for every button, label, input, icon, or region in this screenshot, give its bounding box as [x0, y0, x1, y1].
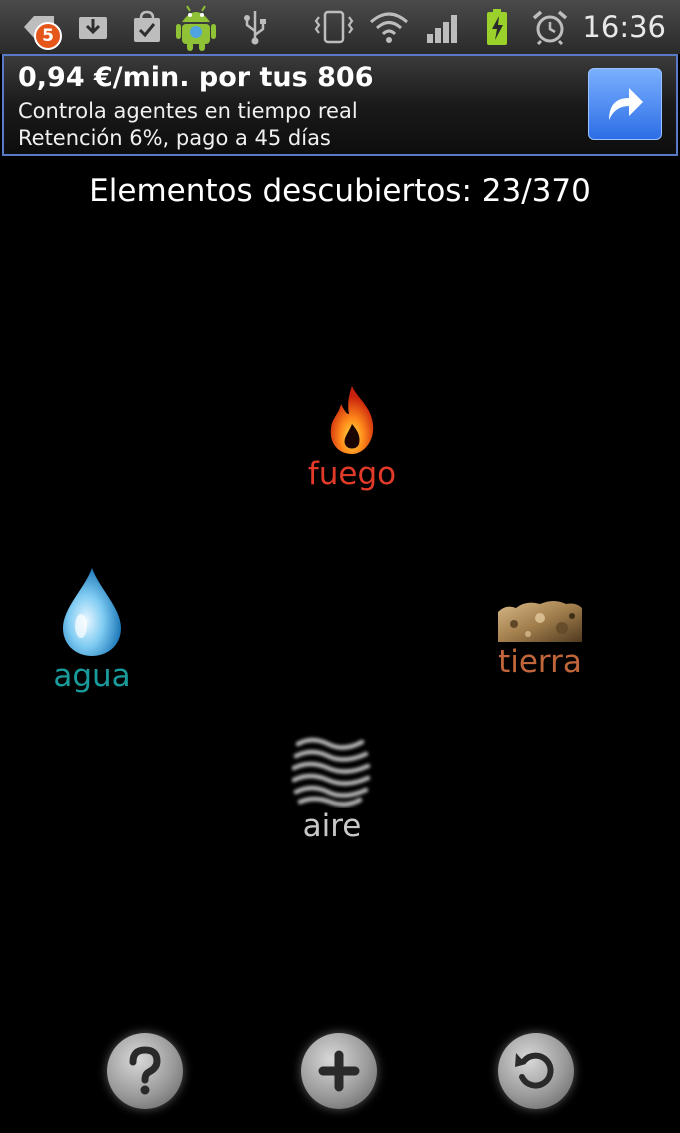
discovered-label: Elementos descubiertos:: [89, 173, 472, 209]
reset-button[interactable]: [498, 1033, 574, 1109]
element-tierra[interactable]: tierra: [478, 598, 602, 680]
market-icon: [130, 8, 164, 46]
element-fuego-label: fuego: [307, 456, 397, 492]
ad-line-2: Retención 6%, pago a 45 días: [18, 126, 331, 150]
discovered-value: 23/370: [481, 173, 591, 209]
plus-icon: [318, 1050, 360, 1092]
battery-charging-icon: [480, 8, 514, 46]
earth-icon: [498, 601, 582, 642]
download-icon: [76, 8, 110, 46]
air-icon: [291, 737, 371, 807]
status-bar: 5 16:36: [0, 0, 680, 54]
signal-icon: [424, 8, 464, 46]
reset-icon: [515, 1052, 554, 1089]
element-fuego[interactable]: fuego: [292, 384, 412, 492]
share-arrow-icon: [609, 88, 643, 120]
fire-icon: [330, 386, 374, 454]
element-aire[interactable]: aire: [272, 734, 392, 844]
ad-open-button[interactable]: [588, 68, 662, 140]
ad-banner[interactable]: 0,94 €/min. por tus 806 Controla agentes…: [2, 54, 678, 156]
element-agua-label: agua: [53, 658, 131, 694]
android-icon: [174, 2, 218, 52]
water-drop-icon: [63, 568, 121, 656]
wifi-icon: [368, 8, 410, 46]
discovered-counter: Elementos descubiertos: 23/370: [0, 173, 680, 209]
element-agua[interactable]: agua: [32, 566, 152, 694]
usb-icon: [240, 8, 270, 46]
element-aire-label: aire: [302, 808, 362, 844]
add-button[interactable]: [301, 1033, 377, 1109]
ad-line-1: Controla agentes en tiempo real: [18, 99, 358, 123]
notification-count-badge: 5: [34, 22, 62, 50]
element-tierra-label: tierra: [498, 644, 582, 680]
clock: 16:36: [582, 10, 666, 44]
help-icon: [129, 1046, 161, 1095]
vibrate-icon: [312, 8, 356, 46]
ad-title: 0,94 €/min. por tus 806: [18, 62, 374, 93]
alarm-icon: [530, 8, 570, 46]
help-button[interactable]: [107, 1033, 183, 1109]
